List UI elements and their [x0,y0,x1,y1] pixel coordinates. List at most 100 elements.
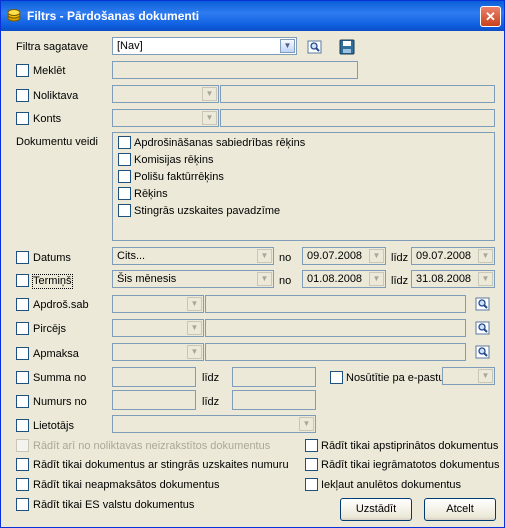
number-to-input[interactable] [232,390,316,410]
magnifier-icon[interactable] [475,344,491,360]
date-from-picker[interactable]: 09.07.2008 ▼ [302,247,386,265]
chevron-down-icon[interactable]: ▼ [257,249,272,263]
search-label: Meklēt [33,65,66,77]
date-to-picker[interactable]: 09.07.2008 ▼ [411,247,495,265]
template-select[interactable]: [Nav] ▼ [112,37,297,55]
filter-dialog: Filtrs - Pārdošanas dokumenti ✕ Filtra s… [0,0,505,528]
magnifier-icon[interactable] [475,320,491,336]
due-period-value: Šis mēnesis [117,273,177,285]
chevron-down-icon[interactable]: ▼ [369,249,384,263]
approved-checkbox[interactable] [305,439,318,452]
doc-types-label: Dokumentu veidi [16,136,98,148]
doc-type-label: Rēķins [134,188,168,200]
chevron-down-icon[interactable]: ▼ [478,369,493,383]
warehouse-checkbox[interactable] [16,89,29,102]
insurer-label: Apdroš.sab [33,299,89,311]
doc-types-list: Apdrošināšanas sabiedrības rēķins Komisi… [112,132,495,241]
due-to-label: līdz [391,275,409,287]
doc-type-checkbox[interactable] [118,153,131,166]
doc-type-label: Apdrošināšanas sabiedrības rēķins [134,137,306,149]
payment-name-field [205,343,466,361]
chevron-down-icon[interactable]: ▼ [369,272,384,286]
due-from-label: no [279,275,292,287]
number-to-label: līdz [202,396,220,408]
floppy-disk-icon[interactable] [339,39,355,55]
number-from-input[interactable] [112,390,196,410]
date-label: Datums [33,252,71,264]
template-label: Filtra sagatave [16,41,89,53]
date-checkbox[interactable] [16,251,29,264]
number-checkbox[interactable] [16,395,29,408]
doc-type-label: Stingrās uzskaites pavadzīme [134,205,281,217]
chevron-down-icon[interactable]: ▼ [187,321,202,335]
booked-checkbox[interactable] [305,458,318,471]
date-period-value: Cits... [117,250,146,262]
template-value: [Nav] [117,40,143,52]
date-from-value: 09.07.2008 [307,250,363,262]
date-from-label: no [279,252,292,264]
doc-type-label: Komisijas rēķins [134,154,214,166]
eu-only-checkbox[interactable] [16,498,29,511]
account-select[interactable]: ▼ [112,109,219,127]
search-checkbox[interactable] [16,64,29,77]
chevron-down-icon[interactable]: ▼ [257,272,272,286]
user-select[interactable]: ▼ [112,415,316,433]
strict-numbered-checkbox[interactable] [16,458,29,471]
due-period-select[interactable]: Šis mēnesis ▼ [112,270,274,288]
insurer-checkbox[interactable] [16,298,29,311]
magnifier-icon[interactable] [475,296,491,312]
close-icon: ✕ [485,9,496,24]
doc-type-checkbox[interactable] [118,187,131,200]
due-from-picker[interactable]: 01.08.2008 ▼ [302,270,386,288]
buyer-select[interactable]: ▼ [112,319,204,337]
date-period-select[interactable]: Cits... ▼ [112,247,274,265]
account-name-field [220,109,495,127]
chevron-down-icon[interactable]: ▼ [202,87,217,101]
email-select[interactable]: ▼ [442,367,495,385]
payment-select[interactable]: ▼ [112,343,204,361]
doc-type-checkbox[interactable] [118,136,131,149]
account-checkbox[interactable] [16,112,29,125]
cancel-button[interactable]: Atcelt [424,498,496,521]
number-label: Numurs no [33,396,87,408]
apply-button[interactable]: Uzstādīt [340,498,412,521]
buyer-name-field [205,319,466,337]
show-unregistered-checkbox[interactable] [16,439,29,452]
unpaid-checkbox[interactable] [16,478,29,491]
chevron-down-icon[interactable]: ▼ [478,249,493,263]
due-label: Termiņš [32,274,73,289]
user-label: Lietotājs [33,420,74,432]
buyer-checkbox[interactable] [16,322,29,335]
warehouse-select[interactable]: ▼ [112,85,219,103]
sum-checkbox[interactable] [16,371,29,384]
payment-checkbox[interactable] [16,347,29,360]
chevron-down-icon[interactable]: ▼ [202,111,217,125]
due-to-picker[interactable]: 31.08.2008 ▼ [411,270,495,288]
coins-icon [7,9,21,22]
chevron-down-icon[interactable]: ▼ [187,297,202,311]
close-button[interactable]: ✕ [480,6,501,27]
email-label: Nosūtītie pa e-pastu [346,372,445,384]
due-checkbox[interactable] [16,274,29,287]
doc-type-checkbox[interactable] [118,204,131,217]
chevron-down-icon[interactable]: ▼ [299,417,314,431]
doc-type-checkbox[interactable] [118,170,131,183]
magnifier-icon[interactable] [307,39,323,55]
email-checkbox[interactable] [330,371,343,384]
chevron-down-icon[interactable]: ▼ [280,39,295,53]
insurer-select[interactable]: ▼ [112,295,204,313]
date-to-value: 09.07.2008 [416,250,472,262]
chevron-down-icon[interactable]: ▼ [187,345,202,359]
warehouse-name-field [220,85,495,103]
search-input[interactable] [112,61,358,79]
include-cancelled-checkbox[interactable] [305,478,318,491]
doc-type-label: Polišu faktūrrēķins [134,171,224,183]
warehouse-label: Noliktava [33,90,79,102]
sum-to-input[interactable] [232,367,316,387]
window-title: Filtrs - Pārdošanas dokumenti [27,9,200,23]
approved-label: Rādīt tikai apstiprinātos dokumentus [321,440,499,452]
user-checkbox[interactable] [16,419,29,432]
account-label: Konts [33,113,62,125]
sum-from-input[interactable] [112,367,196,387]
chevron-down-icon[interactable]: ▼ [478,272,493,286]
